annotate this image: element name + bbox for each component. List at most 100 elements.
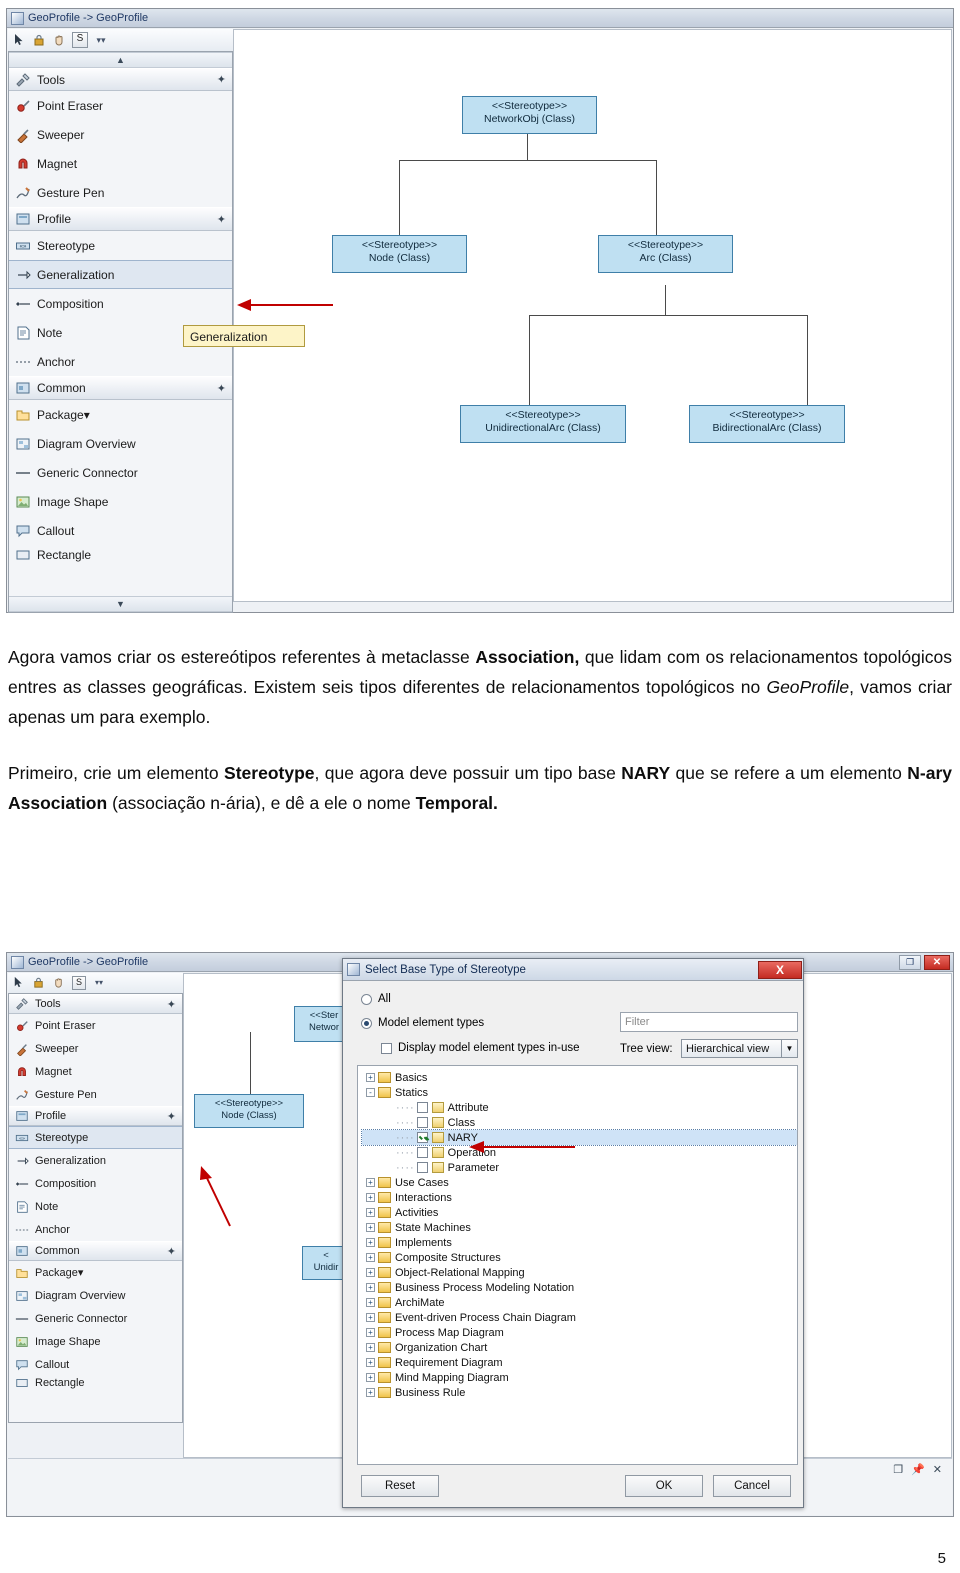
- pin-icon[interactable]: ✦: [167, 998, 176, 1011]
- pin-icon[interactable]: ✦: [217, 73, 226, 86]
- tree-item-checkbox[interactable]: [416, 1162, 428, 1173]
- toolbox-item-point-eraser[interactable]: Point Eraser: [9, 91, 232, 120]
- tree-item[interactable]: ···· Parameter: [362, 1160, 797, 1175]
- toolbox-item-stereotype[interactable]: «» Stereotype: [9, 1126, 182, 1149]
- restore-icon[interactable]: ❐: [893, 1463, 903, 1476]
- toolbox-group-profile[interactable]: Profile ✦: [9, 1106, 182, 1126]
- expand-icon[interactable]: +: [366, 1073, 375, 1082]
- tree-item-checkbox[interactable]: [416, 1102, 428, 1113]
- element-type-tree[interactable]: + Basics - Statics ···· Attribute ···· Class ···…: [357, 1065, 798, 1465]
- tree-item[interactable]: + Business Rule: [362, 1385, 797, 1400]
- expand-icon[interactable]: +: [366, 1328, 375, 1337]
- toolbox-item-note[interactable]: Note: [9, 1195, 182, 1218]
- tree-item[interactable]: + Interactions: [362, 1190, 797, 1205]
- expand-icon[interactable]: +: [366, 1193, 375, 1202]
- toolbox-item-callout[interactable]: Callout: [9, 1353, 182, 1376]
- toolbox-item-generalization[interactable]: Generalization: [9, 1149, 182, 1172]
- radio-model-element-types-row[interactable]: Model element types: [361, 1017, 484, 1029]
- toolbox-item-callout[interactable]: Callout: [9, 516, 232, 545]
- chevron-down-icon[interactable]: ▼: [781, 1040, 797, 1057]
- toolbox-scroll-down[interactable]: ▼: [9, 596, 232, 612]
- s-icon[interactable]: S: [72, 976, 86, 990]
- tree-item[interactable]: + Mind Mapping Diagram: [362, 1370, 797, 1385]
- tree-item[interactable]: + Implements: [362, 1235, 797, 1250]
- tree-item[interactable]: + Requirement Diagram: [362, 1355, 797, 1370]
- expand-icon[interactable]: +: [366, 1283, 375, 1292]
- uml-class-networkobj[interactable]: <<Stereotype>> NetworkObj (Class): [462, 96, 597, 134]
- toolbox-item-diagram-overview[interactable]: Diagram Overview: [9, 429, 232, 458]
- tree-item[interactable]: + ArchiMate: [362, 1295, 797, 1310]
- tree-item[interactable]: + Activities: [362, 1205, 797, 1220]
- toolbox-item-generalization[interactable]: Generalization: [9, 260, 232, 289]
- tree-item[interactable]: + Event-driven Process Chain Diagram: [362, 1310, 797, 1325]
- toolbox-item-gesture-pen[interactable]: Gesture Pen: [9, 1083, 182, 1106]
- tree-item[interactable]: + Basics: [362, 1070, 797, 1085]
- diagram-toolbar[interactable]: S ▾▾: [8, 973, 187, 994]
- toolbox-item-anchor[interactable]: Anchor: [9, 1218, 182, 1241]
- toolbox-group-tools[interactable]: Tools ✦: [9, 68, 232, 91]
- pin-icon[interactable]: ✦: [217, 213, 226, 226]
- radio-model-element-types[interactable]: [361, 1017, 372, 1029]
- chevron-down-icon[interactable]: ▾: [78, 1266, 84, 1279]
- tree-view-select[interactable]: Hierarchical view ▼: [681, 1039, 798, 1058]
- expand-icon[interactable]: +: [366, 1223, 375, 1232]
- toolbox-item-generic-connector[interactable]: Generic Connector: [9, 1307, 182, 1330]
- collapse-icon[interactable]: -: [366, 1088, 375, 1097]
- uml-class-arc[interactable]: <<Stereotype>> Arc (Class): [598, 235, 733, 273]
- toolbox-item-sweeper[interactable]: Sweeper: [9, 1037, 182, 1060]
- toolbox-item-gesture-pen[interactable]: Gesture Pen: [9, 178, 232, 207]
- toolbox-group-tools[interactable]: Tools ✦: [9, 994, 182, 1014]
- hand-icon[interactable]: [52, 976, 66, 990]
- tree-item[interactable]: + Object-Relational Mapping: [362, 1265, 797, 1280]
- toolbox-group-common[interactable]: Common ✦: [9, 1241, 182, 1261]
- toolbox-item-image-shape[interactable]: Image Shape: [9, 1330, 182, 1353]
- toolbox-item-rectangle[interactable]: Rectangle: [9, 1376, 182, 1390]
- toolbox-item-stereotype[interactable]: «» Stereotype: [9, 231, 232, 260]
- tree-item[interactable]: ···· Class: [362, 1115, 797, 1130]
- tree-item-checkbox[interactable]: [416, 1132, 428, 1143]
- expand-icon[interactable]: +: [366, 1208, 375, 1217]
- chevron-down-icon[interactable]: ▾▾: [92, 976, 106, 990]
- toolbox-item-magnet[interactable]: Magnet: [9, 1060, 182, 1083]
- tree-item[interactable]: ···· NARY: [361, 1129, 797, 1146]
- expand-icon[interactable]: +: [366, 1178, 375, 1187]
- ok-button[interactable]: OK: [625, 1475, 703, 1497]
- toolbox-item-image-shape[interactable]: Image Shape: [9, 487, 232, 516]
- checkbox-inuse-row[interactable]: Display model element types in-use: [381, 1042, 580, 1054]
- tree-item[interactable]: - Statics: [362, 1085, 797, 1100]
- restore-icon[interactable]: ❐: [899, 954, 921, 970]
- toolbox-item-diagram-overview[interactable]: Diagram Overview: [9, 1284, 182, 1307]
- close-icon[interactable]: ✕: [924, 954, 950, 970]
- tree-item[interactable]: + Organization Chart: [362, 1340, 797, 1355]
- expand-icon[interactable]: +: [366, 1298, 375, 1307]
- expand-icon[interactable]: +: [366, 1343, 375, 1352]
- toolbox-item-sweeper[interactable]: Sweeper: [9, 120, 232, 149]
- close-icon[interactable]: ✕: [933, 1463, 942, 1476]
- pointer-icon[interactable]: [12, 33, 26, 47]
- pointer-icon[interactable]: [12, 976, 26, 990]
- expand-icon[interactable]: +: [366, 1388, 375, 1397]
- lock-icon[interactable]: [32, 33, 46, 47]
- diagram-toolbar[interactable]: S ▾▾: [8, 29, 237, 52]
- toolbox-group-common[interactable]: Common ✦: [9, 376, 232, 400]
- uml-class-bidirectionalarc[interactable]: <<Stereotype>> BidirectionalArc (Class): [689, 405, 845, 443]
- tree-item[interactable]: + Business Process Modeling Notation: [362, 1280, 797, 1295]
- expand-icon[interactable]: +: [366, 1268, 375, 1277]
- tree-item-checkbox[interactable]: [416, 1117, 428, 1128]
- radio-all-row[interactable]: All: [361, 993, 391, 1005]
- s-icon[interactable]: S: [72, 32, 88, 48]
- toolbox-item-package[interactable]: Package ▾: [9, 1261, 182, 1284]
- tree-item[interactable]: + State Machines: [362, 1220, 797, 1235]
- toolbox-item-generic-connector[interactable]: Generic Connector: [9, 458, 232, 487]
- tree-item[interactable]: ···· Attribute: [362, 1100, 797, 1115]
- filter-input[interactable]: Filter: [620, 1012, 798, 1032]
- chevron-down-icon[interactable]: ▾: [84, 408, 90, 422]
- toolbox-item-anchor[interactable]: Anchor: [9, 347, 232, 376]
- tree-item[interactable]: + Use Cases: [362, 1175, 797, 1190]
- tree-item[interactable]: ···· Operation: [362, 1145, 797, 1160]
- toolbox-item-package[interactable]: Package ▾: [9, 400, 232, 429]
- pin-icon[interactable]: ✦: [217, 382, 226, 395]
- hand-icon[interactable]: [52, 33, 66, 47]
- uml-class-node[interactable]: <<Stereotype>> Node (Class): [194, 1094, 304, 1128]
- toolbox-item-composition[interactable]: Composition: [9, 1172, 182, 1195]
